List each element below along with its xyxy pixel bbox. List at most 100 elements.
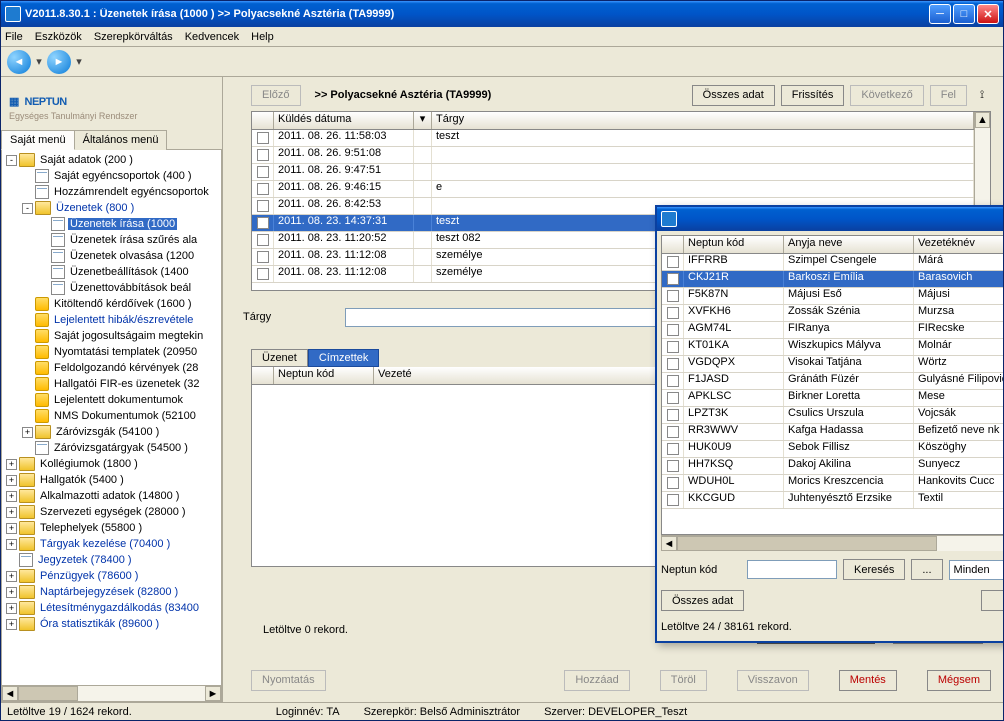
col-header[interactable] [662, 236, 684, 253]
expand-icon[interactable]: + [6, 571, 17, 582]
checkbox[interactable] [667, 494, 679, 506]
checkbox[interactable] [667, 358, 679, 370]
scroll-left-icon[interactable]: ◄ [2, 686, 18, 701]
col-header[interactable]: Anyja neve [784, 236, 914, 253]
col-header[interactable]: Neptun kód [684, 236, 784, 253]
maximize-button[interactable]: □ [953, 4, 975, 24]
back-dropdown[interactable]: ▾ [33, 50, 45, 74]
tree-item[interactable]: Üzenettovábbítások beál [2, 280, 221, 296]
checkbox[interactable] [257, 234, 269, 246]
expand-icon[interactable]: + [6, 587, 17, 598]
tree-item[interactable]: Kitöltendő kérdőívek (1600 ) [2, 296, 221, 312]
tree-item[interactable]: Feldolgozandó kérvények (28 [2, 360, 221, 376]
tree-item[interactable]: +Hallgatók (5400 ) [2, 472, 221, 488]
table-row[interactable]: IFFRRBSzimpel CsengeleMáráAmadé [662, 254, 1003, 271]
col-neptun[interactable]: Neptun kód [274, 367, 374, 384]
forward-button[interactable]: ► [47, 50, 71, 74]
checkbox[interactable] [257, 200, 269, 212]
expand-icon[interactable]: + [6, 619, 17, 630]
checkbox[interactable] [667, 460, 679, 472]
checkbox[interactable] [667, 375, 679, 387]
table-row[interactable]: APKLSCBirkner LorettaMeseKenéz [662, 390, 1003, 407]
tree-item[interactable]: NMS Dokumentumok (52100 [2, 408, 221, 424]
table-row[interactable]: F1JASDGránáth FüzérGulyásné FilipovicsJá… [662, 373, 1003, 390]
tree-item[interactable]: +Tárgyak kezelése (70400 ) [2, 536, 221, 552]
undo-button[interactable]: Visszavon [737, 670, 809, 691]
up-button[interactable]: Fel [930, 85, 967, 106]
checkbox[interactable] [667, 324, 679, 336]
checkbox[interactable] [257, 183, 269, 195]
prev-button[interactable]: Előző [251, 85, 301, 106]
checkbox[interactable] [667, 341, 679, 353]
ok-button[interactable]: ✔OK [981, 590, 1003, 611]
tree-item[interactable]: +Telephelyek (55800 ) [2, 520, 221, 536]
add-button[interactable]: Hozzáad [564, 670, 629, 691]
tree-item[interactable]: +Létesítménygazdálkodás (83400 [2, 600, 221, 616]
table-row[interactable]: KT01KAWiszkupics MályvaMolnárGyula [662, 339, 1003, 356]
table-row[interactable]: 2011. 08. 26. 9:46:15e [252, 181, 974, 198]
minimize-button[interactable]: ─ [929, 4, 951, 24]
table-row[interactable]: 2011. 08. 26. 11:58:03teszt [252, 130, 974, 147]
tree-item[interactable]: +Pénzügyek (78600 ) [2, 568, 221, 584]
table-row[interactable]: F5K87NMájusi EsőMájusiCsenge [662, 288, 1003, 305]
expand-icon[interactable]: + [6, 459, 17, 470]
table-row[interactable]: KKCGUDJuhtenyésztő ErzsikeTextilÖzséb [662, 492, 1003, 509]
expand-icon[interactable]: + [6, 491, 17, 502]
tree-item[interactable]: Lejelentett hibák/észrevétele [2, 312, 221, 328]
save-button[interactable]: Mentés [839, 670, 897, 691]
checkbox[interactable] [667, 273, 679, 285]
checkbox[interactable] [257, 149, 269, 161]
table-row[interactable]: HH7KSQDakoj AkilinaSunyeczMédi [662, 458, 1003, 475]
print-button[interactable]: Nyomtatás [251, 670, 326, 691]
expand-icon[interactable]: - [22, 203, 33, 214]
col-header[interactable] [252, 112, 274, 129]
side-tab-own[interactable]: Saját menü [1, 130, 75, 150]
scroll-right-icon[interactable]: ► [205, 686, 221, 701]
menu-file[interactable]: File [5, 31, 23, 43]
expand-icon[interactable]: + [6, 603, 17, 614]
checkbox[interactable] [667, 443, 679, 455]
table-row[interactable]: HUK0U9Sebok FilliszKöszöghyMaximusz [662, 441, 1003, 458]
scope-combo[interactable]: Minden [949, 560, 1003, 580]
tree-item[interactable]: +Kollégiumok (1800 ) [2, 456, 221, 472]
table-row[interactable]: CKJ21RBarkoszi EmíliaBarasovichBarszos [662, 271, 1003, 288]
tree-item[interactable]: Üzenetek olvasása (1200 [2, 248, 221, 264]
search-input[interactable] [747, 560, 837, 579]
back-button[interactable]: ◄ [7, 50, 31, 74]
menu-help[interactable]: Help [251, 31, 274, 43]
checkbox[interactable] [257, 166, 269, 178]
checkbox[interactable] [667, 392, 679, 404]
titlebar[interactable]: V2011.8.30.1 : Üzenetek írása (1000 ) >>… [1, 1, 1003, 27]
delete-button[interactable]: Töröl [660, 670, 707, 691]
scroll-thumb[interactable] [18, 686, 78, 701]
dots-button[interactable]: ... [911, 559, 942, 580]
table-row[interactable]: XVFKH6Zossák SzéniaMurzsaFélix [662, 305, 1003, 322]
expand-icon[interactable]: + [6, 507, 17, 518]
expand-icon[interactable]: + [22, 427, 33, 438]
col-header[interactable]: Küldés dátuma [274, 112, 414, 129]
tree-item[interactable]: +Szervezeti egységek (28000 ) [2, 504, 221, 520]
table-row[interactable]: RR3WWVKafga HadassaBefizető neve nkMagán… [662, 424, 1003, 441]
scroll-up-icon[interactable]: ▲ [975, 112, 990, 128]
tree-item[interactable]: Saját jogosultságaim megtekin [2, 328, 221, 344]
next-button[interactable]: Következő [850, 85, 923, 106]
cancel-button[interactable]: Mégsem [927, 670, 991, 691]
expand-icon[interactable]: + [6, 475, 17, 486]
tree-item[interactable]: Záróvizsgatárgyak (54500 ) [2, 440, 221, 456]
col-check[interactable] [252, 367, 274, 384]
expand-icon[interactable]: + [6, 539, 17, 550]
checkbox[interactable] [667, 307, 679, 319]
tree[interactable]: -Saját adatok (200 )Saját egyéncsoportok… [2, 150, 221, 701]
col-header[interactable]: Vezetéknév [914, 236, 1003, 253]
checkbox[interactable] [257, 132, 269, 144]
tree-hscroll[interactable]: ◄ ► [2, 685, 221, 701]
checkbox[interactable] [257, 251, 269, 263]
tree-item[interactable]: Nyomtatási templatek (20950 [2, 344, 221, 360]
search-button[interactable]: Keresés [843, 559, 905, 580]
table-row[interactable]: LPZT3KCsulics UrszulaVojcsákKesző [662, 407, 1003, 424]
modal-hscroll[interactable]: ◄ ► [661, 535, 1003, 551]
tree-item[interactable]: Üzenetek írása szűrés ala [2, 232, 221, 248]
tree-item[interactable]: +Záróvizsgák (54100 ) [2, 424, 221, 440]
tree-item[interactable]: Üzenetbeállítások (1400 [2, 264, 221, 280]
tree-item[interactable]: +Alkalmazotti adatok (14800 ) [2, 488, 221, 504]
